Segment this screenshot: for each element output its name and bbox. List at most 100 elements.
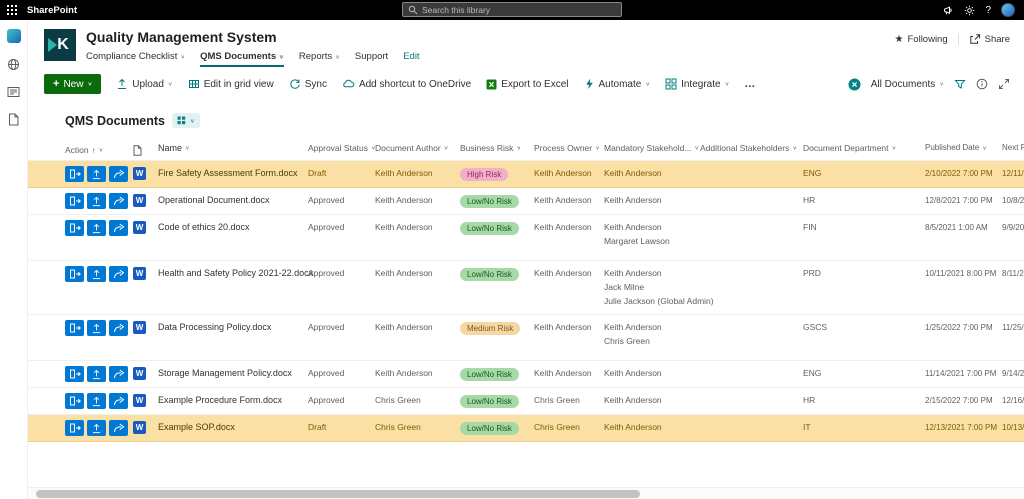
site-home-icon[interactable] xyxy=(6,29,21,43)
share-document-button[interactable] xyxy=(109,220,128,236)
table-row[interactable]: W Data Processing Policy.docx Approved Keit… xyxy=(28,315,1024,361)
upload-icon xyxy=(116,78,128,90)
site-logo[interactable]: K xyxy=(44,29,76,61)
approval-status: Draft xyxy=(308,168,327,178)
nav-item-reports[interactable]: Reports ∨ xyxy=(299,51,340,67)
table-row[interactable]: W Storage Management Policy.docx Approved K… xyxy=(28,361,1024,388)
business-risk-badge: Medium Risk xyxy=(460,322,521,335)
column-header-business-risk[interactable]: Business Risk ∨ xyxy=(460,135,534,160)
mandatory-stakeholders: Keith Anderson xyxy=(604,361,700,382)
table-row[interactable]: W Health and Safety Policy 2021-22.docx Ap… xyxy=(28,261,1024,315)
horizontal-scrollbar[interactable] xyxy=(28,487,1024,499)
app-launcher-button[interactable] xyxy=(0,0,24,20)
document-name[interactable]: Data Processing Policy.docx xyxy=(158,315,308,333)
table-row[interactable]: W Example Procedure Form.docx Approved Chri… xyxy=(28,388,1024,415)
document-name[interactable]: Code of ethics 20.docx xyxy=(158,215,308,233)
overflow-button[interactable]: … xyxy=(744,78,756,90)
upload-version-button[interactable] xyxy=(87,220,106,236)
filter-icon[interactable] xyxy=(954,78,966,90)
view-chip[interactable]: ∨ xyxy=(172,113,200,128)
nav-item-qms-documents[interactable]: QMS Documents ∨ xyxy=(200,51,284,67)
info-icon[interactable] xyxy=(976,78,988,90)
automate-button[interactable]: Automate ∨ xyxy=(584,78,650,90)
document-name[interactable]: Example SOP.docx xyxy=(158,415,308,433)
share-document-button[interactable] xyxy=(109,366,128,382)
upload-version-button[interactable] xyxy=(87,420,106,436)
column-header-file-type[interactable] xyxy=(133,135,158,160)
megaphone-icon[interactable] xyxy=(943,5,954,16)
table-row[interactable]: W Operational Document.docx Approved Keith … xyxy=(28,188,1024,215)
row-padding xyxy=(28,388,65,395)
nav-item-compliance-checklist[interactable]: Compliance Checklist ∨ xyxy=(86,51,185,67)
submit-document-button[interactable] xyxy=(65,320,84,336)
document-name[interactable]: Storage Management Policy.docx xyxy=(158,361,308,379)
column-header-next-re[interactable]: Next Re∨ xyxy=(1002,135,1024,160)
column-header-mandatory-stakehold[interactable]: Mandatory Stakehold... ∨ xyxy=(604,135,700,160)
table-row[interactable]: W Code of ethics 20.docx Approved Keith And… xyxy=(28,215,1024,261)
document-name[interactable]: Example Procedure Form.docx xyxy=(158,388,308,406)
export-to-excel-button[interactable]: Export to Excel xyxy=(486,79,569,90)
share-document-button[interactable] xyxy=(109,166,128,182)
submit-document-button[interactable] xyxy=(65,193,84,209)
submit-document-button[interactable] xyxy=(65,166,84,182)
upload-button[interactable]: Upload ∨ xyxy=(116,78,173,90)
business-risk-cell: Low/No Risk xyxy=(460,361,534,381)
column-header-document-department[interactable]: Document Department ∨ xyxy=(803,135,925,160)
account-avatar[interactable] xyxy=(1001,3,1015,17)
globe-icon[interactable] xyxy=(7,58,20,71)
document-name[interactable]: Health and Safety Policy 2021-22.docx xyxy=(158,261,313,279)
submit-document-button[interactable] xyxy=(65,420,84,436)
column-header-published-date[interactable]: Published Date ∨ xyxy=(925,135,1002,160)
column-header-action[interactable]: Action ↑ ∨ xyxy=(65,135,133,160)
upload-version-button[interactable] xyxy=(87,193,106,209)
upload-version-button[interactable] xyxy=(87,266,106,282)
column-header-approval-status[interactable]: Approval Status ∨ xyxy=(308,135,376,160)
upload-white-icon xyxy=(91,196,102,207)
share-document-button[interactable] xyxy=(109,193,128,209)
integrate-button[interactable]: Integrate ∨ xyxy=(665,78,729,90)
published-date: 8/5/2021 1:00 AM xyxy=(925,223,988,232)
scrollbar-thumb[interactable] xyxy=(36,490,640,498)
site-title[interactable]: Quality Management System xyxy=(86,29,420,45)
upload-version-button[interactable] xyxy=(87,393,106,409)
follow-button[interactable]: ★ Following xyxy=(895,34,948,45)
add-shortcut-to-onedrive-button[interactable]: Add shortcut to OneDrive xyxy=(342,78,471,90)
published-date: 12/13/2021 7:00 PM xyxy=(925,423,998,432)
edit-in-grid-view-button[interactable]: Edit in grid view xyxy=(188,78,274,90)
table-row[interactable]: W Fire Safety Assessment Form.docx Draft Ke… xyxy=(28,161,1024,188)
document-name[interactable]: Fire Safety Assessment Form.docx xyxy=(158,161,308,179)
column-label: Mandatory Stakehold... xyxy=(604,142,692,153)
share-button[interactable]: Share xyxy=(969,33,1010,45)
sync-button[interactable]: Sync xyxy=(289,78,327,90)
nav-item-label: Reports xyxy=(298,51,333,62)
column-header-process-owner[interactable]: Process Owner ∨ xyxy=(534,135,604,160)
news-icon[interactable] xyxy=(7,86,20,98)
nav-item-edit[interactable]: Edit xyxy=(403,51,419,67)
help-icon[interactable]: ? xyxy=(985,5,991,16)
column-header-document-author[interactable]: Document Author ∨ xyxy=(375,135,460,160)
nav-item-support[interactable]: Support xyxy=(355,51,388,67)
share-document-button[interactable] xyxy=(109,393,128,409)
upload-version-button[interactable] xyxy=(87,166,106,182)
submit-document-button[interactable] xyxy=(65,366,84,382)
share-document-button[interactable] xyxy=(109,420,128,436)
documents-icon[interactable] xyxy=(8,113,19,126)
column-header-additional-stakeholders[interactable]: Additional Stakeholders ∨ xyxy=(700,135,803,160)
document-name[interactable]: Operational Document.docx xyxy=(158,188,308,206)
expand-icon[interactable] xyxy=(998,78,1010,90)
submit-document-button[interactable] xyxy=(65,220,84,236)
status-circle-icon[interactable] xyxy=(848,78,861,91)
submit-document-button[interactable] xyxy=(65,393,84,409)
search-input[interactable] xyxy=(422,4,616,15)
column-header-name[interactable]: Name ∨ xyxy=(158,135,308,160)
settings-gear-icon[interactable] xyxy=(964,5,975,16)
upload-version-button[interactable] xyxy=(87,366,106,382)
view-selector-button[interactable]: All Documents ∨ xyxy=(871,79,944,90)
table-row[interactable]: W Example SOP.docx Draft Chris Green Low/No … xyxy=(28,415,1024,442)
share-document-button[interactable] xyxy=(109,320,128,336)
share-document-button[interactable] xyxy=(109,266,128,282)
new-button[interactable]: + New ∨ xyxy=(44,74,102,94)
search-box[interactable] xyxy=(402,2,622,17)
submit-document-button[interactable] xyxy=(65,266,84,282)
upload-version-button[interactable] xyxy=(87,320,106,336)
